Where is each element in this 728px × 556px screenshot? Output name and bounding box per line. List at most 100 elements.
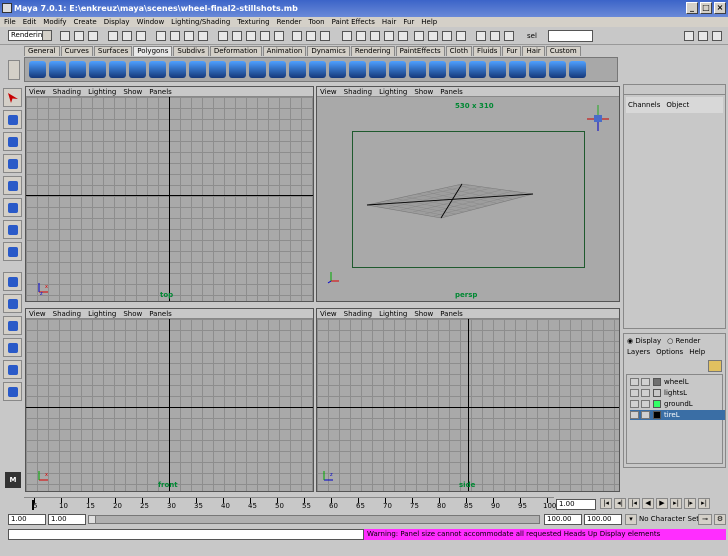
- outliner-icon[interactable]: [320, 31, 330, 41]
- panel-menu-show[interactable]: Show: [123, 87, 142, 96]
- playblast-icon[interactable]: [504, 31, 514, 41]
- show-attribute-editor-icon[interactable]: [684, 31, 694, 41]
- separate-icon[interactable]: [209, 61, 226, 78]
- render-frame-icon[interactable]: [246, 31, 256, 41]
- poly-cylinder-icon[interactable]: [69, 61, 86, 78]
- paste-icon[interactable]: [456, 31, 466, 41]
- viewport-front[interactable]: View Shading Lighting Show Panels x fron…: [25, 308, 314, 492]
- menu-paint-effects[interactable]: Paint Effects: [332, 17, 375, 27]
- smooth-icon[interactable]: [229, 61, 246, 78]
- pin-icon[interactable]: [414, 31, 424, 41]
- poly-cone-icon[interactable]: [89, 61, 106, 78]
- tab-curves[interactable]: Curves: [60, 46, 93, 56]
- step-forward-key-button[interactable]: |▸: [684, 498, 696, 509]
- menu-create[interactable]: Create: [73, 17, 96, 27]
- panel-menu-lighting[interactable]: Lighting: [379, 87, 407, 96]
- layer-template-toggle[interactable]: [641, 389, 650, 397]
- panel-menu-show[interactable]: Show: [123, 309, 142, 318]
- delete-edge-icon[interactable]: [429, 61, 446, 78]
- start-time-field[interactable]: 1.00: [8, 514, 46, 525]
- persp-outliner-layout-icon[interactable]: [3, 316, 22, 335]
- animation-prefs-icon[interactable]: ⚙: [714, 514, 726, 525]
- cut-faces-icon[interactable]: [349, 61, 366, 78]
- go-to-start-button[interactable]: |◂: [600, 498, 612, 509]
- panel-menu-show[interactable]: Show: [414, 309, 433, 318]
- layer-visibility-toggle[interactable]: [630, 378, 639, 386]
- playback-start-field[interactable]: 1.00: [48, 514, 86, 525]
- split-polygon-icon[interactable]: [329, 61, 346, 78]
- step-forward-frame-button[interactable]: ▸|: [670, 498, 682, 509]
- soft-mod-tool-icon[interactable]: [3, 220, 22, 239]
- layer-visibility-toggle[interactable]: [630, 389, 639, 397]
- tab-general[interactable]: General: [24, 46, 60, 56]
- tab-subdivs[interactable]: Subdivs: [173, 46, 209, 56]
- layout-options-icon[interactable]: [3, 382, 22, 401]
- last-tool-icon[interactable]: [3, 242, 22, 261]
- lasso-tool-icon[interactable]: [3, 110, 22, 129]
- cube-map-icon[interactable]: [249, 61, 266, 78]
- history-icon[interactable]: [218, 31, 228, 41]
- layer-color-swatch[interactable]: [653, 389, 661, 397]
- tab-deformation[interactable]: Deformation: [209, 46, 262, 56]
- viewport-side[interactable]: View Shading Lighting Show Panels z side: [316, 308, 620, 492]
- panel-menu-panels[interactable]: Panels: [440, 87, 463, 96]
- layer-row-lights[interactable]: lightsL: [630, 388, 725, 398]
- auto-key-icon[interactable]: ⊸: [698, 514, 712, 525]
- current-frame-field[interactable]: 1.00: [556, 499, 596, 510]
- menu-display[interactable]: Display: [104, 17, 130, 27]
- command-line-input[interactable]: [8, 529, 364, 540]
- tab-animation[interactable]: Animation: [262, 46, 307, 56]
- copy-icon[interactable]: [442, 31, 452, 41]
- layer-row-wheel[interactable]: wheelL: [630, 377, 725, 387]
- merge-edges-icon[interactable]: [409, 61, 426, 78]
- shelf-menu-icon[interactable]: [8, 60, 20, 80]
- menu-help[interactable]: Help: [421, 17, 437, 27]
- menu-modify[interactable]: Modify: [43, 17, 66, 27]
- render-radio[interactable]: ○ Render: [667, 337, 700, 346]
- panel-menu-view[interactable]: View: [320, 87, 337, 96]
- tab-fluids[interactable]: Fluids: [473, 46, 502, 56]
- tab-hair[interactable]: Hair: [522, 46, 545, 56]
- layer-row-tire[interactable]: tireL: [630, 410, 725, 420]
- new-scene-icon[interactable]: [60, 31, 70, 41]
- layer-template-toggle[interactable]: [641, 411, 650, 419]
- tab-rendering[interactable]: Rendering: [350, 46, 395, 56]
- extrude-edge-icon[interactable]: [289, 61, 306, 78]
- four-pane-layout-icon[interactable]: [3, 294, 22, 313]
- view-cube-compass-icon[interactable]: [585, 103, 611, 133]
- select-hierarchy-icon[interactable]: [108, 31, 118, 41]
- poly-torus-icon[interactable]: [129, 61, 146, 78]
- menu-set-dropdown[interactable]: Rendering: [8, 30, 52, 41]
- manipulator-tool-icon[interactable]: [3, 198, 22, 217]
- display-radio[interactable]: ◉ Display: [627, 337, 661, 346]
- save-scene-icon[interactable]: [88, 31, 98, 41]
- layer-visibility-toggle[interactable]: [630, 400, 639, 408]
- menu-hair[interactable]: Hair: [382, 17, 396, 27]
- panel-menu-view[interactable]: View: [29, 87, 46, 96]
- options-menu[interactable]: Options: [656, 348, 683, 357]
- viewport-persp[interactable]: View Shading Lighting Show Panels 530 x …: [316, 86, 620, 302]
- quick-select-field[interactable]: [548, 30, 593, 42]
- menu-file[interactable]: File: [4, 17, 16, 27]
- menu-render[interactable]: Render: [277, 17, 302, 27]
- sculpt-icon[interactable]: [370, 31, 380, 41]
- poly-cube-icon[interactable]: [49, 61, 66, 78]
- snap-curve-icon[interactable]: [170, 31, 180, 41]
- help-icon[interactable]: [292, 31, 302, 41]
- uv-editor-icon[interactable]: [569, 61, 586, 78]
- menu-edit[interactable]: Edit: [23, 17, 37, 27]
- panel-menu-shading[interactable]: Shading: [53, 309, 81, 318]
- time-slider[interactable]: 5 10 15 20 25 30 35 40 45 50 55 60 65 70…: [24, 497, 556, 511]
- panel-menu-lighting[interactable]: Lighting: [379, 309, 407, 318]
- soften-edge-icon[interactable]: [489, 61, 506, 78]
- range-slider[interactable]: [88, 515, 540, 524]
- panel-menu-panels[interactable]: Panels: [440, 309, 463, 318]
- tab-custom[interactable]: Custom: [545, 46, 581, 56]
- step-back-frame-button[interactable]: |◂: [628, 498, 640, 509]
- ipr-render-icon[interactable]: [260, 31, 270, 41]
- snap-plane-icon[interactable]: [198, 31, 208, 41]
- maximize-button[interactable]: □: [700, 2, 712, 14]
- select-object-icon[interactable]: [122, 31, 132, 41]
- panel-menu-view[interactable]: View: [320, 309, 337, 318]
- panel-menu-lighting[interactable]: Lighting: [88, 87, 116, 96]
